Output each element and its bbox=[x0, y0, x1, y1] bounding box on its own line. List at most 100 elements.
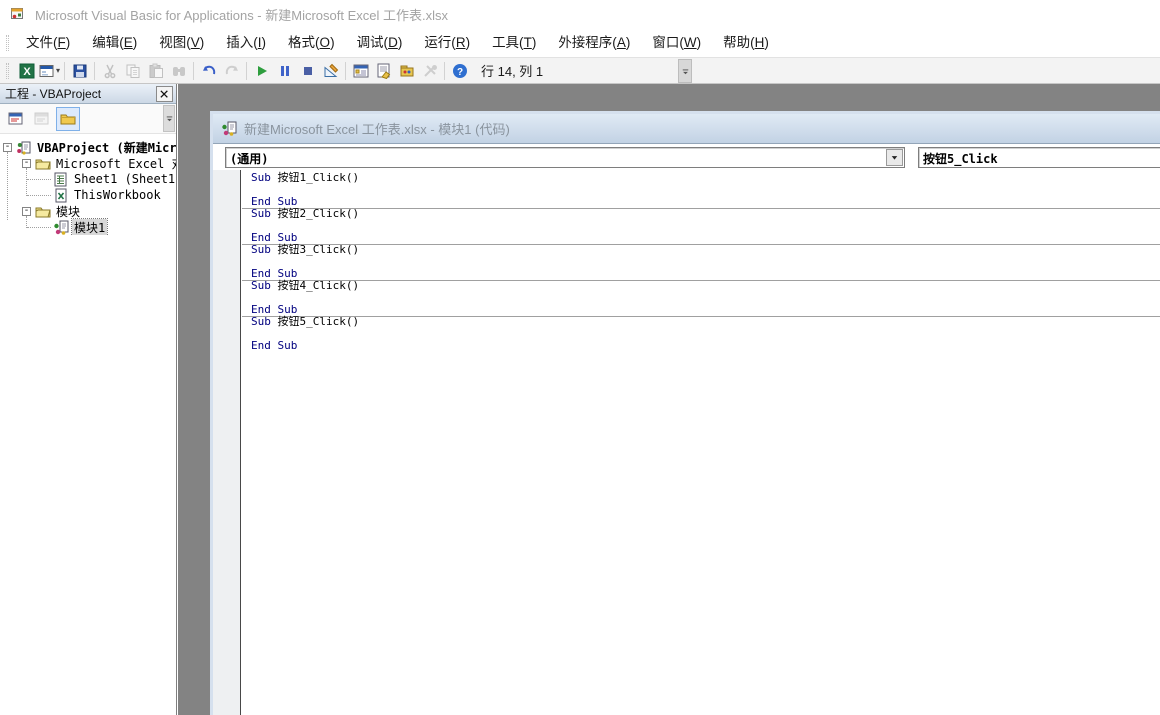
vba-app-icon bbox=[9, 5, 25, 23]
project-panel-close-button[interactable] bbox=[156, 86, 173, 102]
menu-edit[interactable]: 编辑(E) bbox=[81, 28, 148, 57]
view-code-button[interactable] bbox=[4, 107, 28, 131]
design-mode-button[interactable] bbox=[319, 59, 342, 82]
menu-bar: 文件(F)编辑(E)视图(V)插入(I)格式(O)调试(D)运行(R)工具(T)… bbox=[0, 28, 1160, 57]
code-editor[interactable]: Sub 按钮1_Click()End SubSub 按钮2_Click()End… bbox=[213, 170, 1160, 715]
dropdown-caret-icon[interactable]: ▾ bbox=[56, 66, 60, 75]
tree-connector bbox=[27, 179, 51, 180]
undo-button[interactable] bbox=[197, 59, 220, 82]
window-titlebar: Microsoft Visual Basic for Applications … bbox=[0, 0, 1160, 28]
view-excel-button[interactable]: X bbox=[15, 59, 38, 82]
project-panel-overflow-button[interactable] bbox=[163, 105, 175, 132]
tree-node-excel-objects[interactable]: - Microsoft Excel 对象 bbox=[0, 155, 176, 171]
standard-toolbar: X▾? 行 14, 列 1 bbox=[0, 57, 1160, 84]
project-panel-title: 工程 - VBAProject bbox=[5, 85, 101, 102]
tree-node-sheet1[interactable]: Sheet1 (Sheet1) bbox=[0, 171, 176, 187]
copy-button[interactable] bbox=[121, 59, 144, 82]
menu-window[interactable]: 窗口(W) bbox=[641, 28, 712, 57]
code-line[interactable]: End Sub bbox=[242, 268, 1160, 280]
code-line[interactable]: Sub 按钮2_Click() bbox=[242, 208, 1160, 220]
code-window-titlebar[interactable]: 新建Microsoft Excel 工作表.xlsx - 模块1 (代码) bbox=[213, 114, 1160, 144]
find-button[interactable] bbox=[167, 59, 190, 82]
menu-addins[interactable]: 外接程序(A) bbox=[547, 28, 641, 57]
menu-help[interactable]: 帮助(H) bbox=[712, 28, 780, 57]
object-dropdown-arrow-icon[interactable] bbox=[886, 149, 903, 166]
menu-debug[interactable]: 调试(D) bbox=[346, 28, 414, 57]
tree-node-modules-folder[interactable]: - 模块 bbox=[0, 203, 176, 219]
run-button[interactable] bbox=[250, 59, 273, 82]
reset-button[interactable] bbox=[296, 59, 319, 82]
menu-run[interactable]: 运行(R) bbox=[413, 28, 481, 57]
toolbar-separator bbox=[444, 62, 445, 80]
tree-node-thisworkbook[interactable]: ThisWorkbook bbox=[0, 187, 176, 203]
code-line[interactable] bbox=[242, 328, 1160, 340]
code-window-title: 新建Microsoft Excel 工作表.xlsx - 模块1 (代码) bbox=[244, 119, 510, 138]
object-dropdown[interactable]: (通用) bbox=[225, 147, 905, 168]
reset-icon bbox=[300, 63, 316, 79]
toolbox-button[interactable] bbox=[418, 59, 441, 82]
code-line[interactable] bbox=[242, 256, 1160, 268]
code-margin-indicator-bar bbox=[213, 170, 241, 715]
code-line[interactable] bbox=[242, 220, 1160, 232]
project-explorer-button[interactable] bbox=[349, 59, 372, 82]
view-object-button[interactable] bbox=[30, 107, 54, 131]
properties-window-icon bbox=[376, 63, 392, 79]
tree-node-label[interactable]: 模块1 bbox=[72, 219, 107, 236]
collapse-expander-icon[interactable]: - bbox=[3, 143, 12, 152]
menu-tools[interactable]: 工具(T) bbox=[481, 28, 547, 57]
menu-format[interactable]: 格式(O) bbox=[277, 28, 346, 57]
insert-userform-icon bbox=[39, 63, 55, 79]
code-line[interactable]: Sub 按钮3_Click() bbox=[242, 244, 1160, 256]
properties-window-button[interactable] bbox=[372, 59, 395, 82]
code-line[interactable] bbox=[242, 292, 1160, 304]
code-line[interactable]: End Sub bbox=[242, 340, 1160, 352]
paste-button[interactable] bbox=[144, 59, 167, 82]
toolbar-separator bbox=[246, 62, 247, 80]
tree-node-module1[interactable]: 模块1 bbox=[0, 219, 176, 235]
menu-view[interactable]: 视图(V) bbox=[148, 28, 215, 57]
toolbar-separator bbox=[94, 62, 95, 80]
vba-project-icon bbox=[16, 140, 32, 155]
tree-node-label[interactable]: Sheet1 (Sheet1) bbox=[72, 172, 176, 186]
menu-insert[interactable]: 插入(I) bbox=[215, 28, 277, 57]
close-icon bbox=[158, 88, 171, 101]
tree-node-label[interactable]: ThisWorkbook bbox=[72, 188, 163, 202]
insert-userform-button[interactable]: ▾ bbox=[38, 59, 61, 82]
code-window-combo-row: (通用) 按钮5_Click bbox=[213, 144, 1160, 170]
help-icon: ? bbox=[452, 63, 468, 79]
save-button[interactable] bbox=[68, 59, 91, 82]
cut-button[interactable] bbox=[98, 59, 121, 82]
menu-file[interactable]: 文件(F) bbox=[15, 28, 81, 57]
procedure-dropdown[interactable]: 按钮5_Click bbox=[918, 147, 1160, 168]
collapse-expander-icon[interactable]: - bbox=[22, 159, 31, 168]
save-icon bbox=[72, 63, 88, 79]
code-line[interactable]: Sub 按钮4_Click() bbox=[242, 280, 1160, 292]
paste-icon bbox=[148, 63, 164, 79]
code-line[interactable]: End Sub bbox=[242, 196, 1160, 208]
copy-icon bbox=[125, 63, 141, 79]
folder-open-icon bbox=[35, 156, 51, 171]
code-line[interactable]: Sub 按钮1_Click() bbox=[242, 172, 1160, 184]
code-line[interactable]: End Sub bbox=[242, 232, 1160, 244]
toolbar-grip-handle[interactable] bbox=[6, 63, 9, 79]
menubar-grip-handle[interactable] bbox=[6, 35, 9, 51]
toggle-folders-button[interactable] bbox=[56, 107, 80, 131]
toolbar-overflow-button[interactable] bbox=[678, 59, 692, 83]
project-explorer-panel: 工程 - VBAProject -VBAProject (新建Micr-Micr… bbox=[0, 84, 177, 715]
object-browser-button[interactable] bbox=[395, 59, 418, 82]
tree-node-label[interactable]: VBAProject (新建Micr bbox=[35, 139, 176, 156]
collapse-expander-icon[interactable]: - bbox=[22, 207, 31, 216]
tree-node-label[interactable]: 模块 bbox=[54, 203, 82, 220]
undo-icon bbox=[201, 63, 217, 79]
tree-node-vbaproject[interactable]: - VBAProject (新建Micr bbox=[0, 139, 176, 155]
redo-button[interactable] bbox=[220, 59, 243, 82]
break-button[interactable] bbox=[273, 59, 296, 82]
tree-node-label[interactable]: Microsoft Excel 对象 bbox=[54, 155, 176, 172]
toggle-folders-icon bbox=[60, 111, 76, 127]
code-line[interactable]: End Sub bbox=[242, 304, 1160, 316]
combo-arrow-icon bbox=[889, 152, 900, 163]
code-line[interactable]: Sub 按钮5_Click() bbox=[242, 316, 1160, 328]
code-line[interactable] bbox=[242, 184, 1160, 196]
module-icon bbox=[53, 220, 69, 235]
help-button[interactable]: ? bbox=[448, 59, 471, 82]
